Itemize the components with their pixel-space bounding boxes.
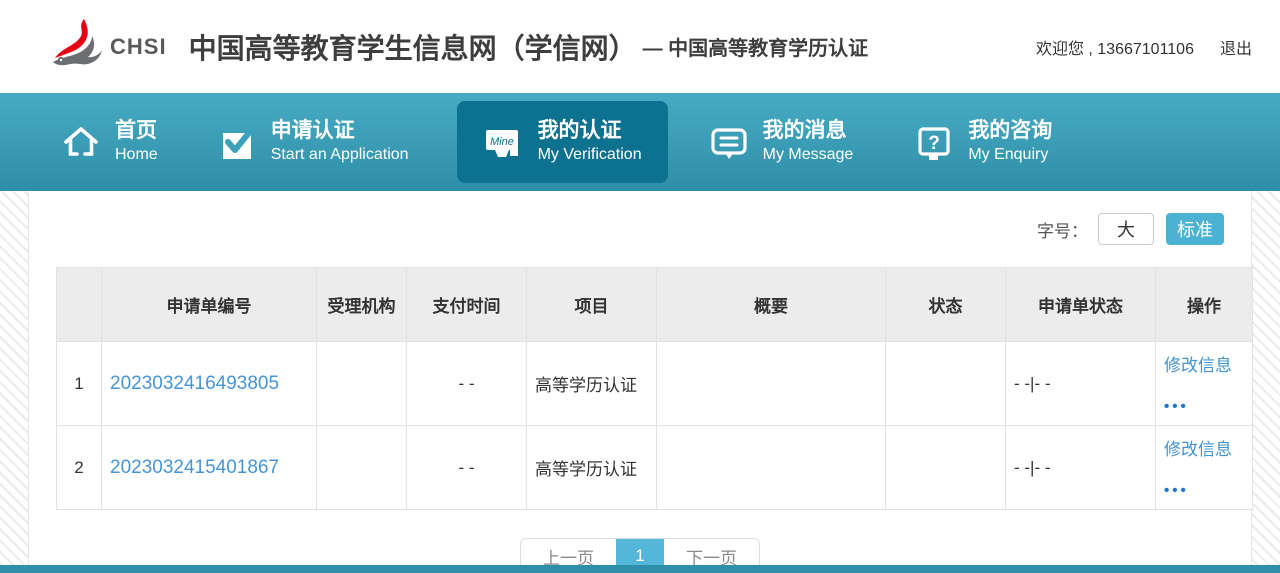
font-standard-button[interactable]: 标准 (1166, 213, 1224, 245)
top-header: CHSI 中国高等教育学生信息网（学信网） — 中国高等教育学历认证 欢迎您 ,… (0, 0, 1280, 93)
chsi-logo: CHSI (48, 17, 167, 77)
site-subtitle: — 中国高等教育学历认证 (643, 32, 869, 61)
header-order-status: 申请单状态 (1006, 268, 1156, 342)
nav-label-zh: 我的咨询 (968, 118, 1052, 144)
order-status-cell: - -|- - (1006, 342, 1156, 426)
nav-label-en: Start an Application (271, 145, 409, 166)
question-badge-icon: ? (913, 121, 955, 163)
row-index: 1 (57, 342, 102, 426)
order-number-link[interactable]: 2023032416493805 (110, 373, 279, 394)
order-status-cell: - -|- - (1006, 426, 1156, 510)
nav-label-en: My Message (763, 145, 854, 166)
question-icon-text: ? (929, 133, 941, 154)
status-cell (886, 342, 1006, 426)
project-cell: 高等学历认证 (527, 342, 657, 426)
header-order-no: 申请单编号 (102, 268, 317, 342)
nav-label-zh: 申请认证 (271, 118, 409, 144)
header-pay-time: 支付时间 (407, 268, 527, 342)
table-row: 2 2023032415401867 - - 高等学历认证 - -|- - 修改… (57, 426, 1253, 510)
agency-cell (317, 426, 407, 510)
font-size-toolbar: 字号： 大 标准 (29, 191, 1251, 259)
nav-label-zh: 我的消息 (763, 118, 854, 144)
nav-label-en: My Enquiry (968, 145, 1052, 166)
project-cell: 高等学历认证 (527, 426, 657, 510)
applications-table: 申请单编号 受理机构 支付时间 项目 概要 状态 申请单状态 操作 1 2023… (56, 267, 1253, 510)
header-project: 项目 (527, 268, 657, 342)
main-nav: 首页 Home 申请认证 Start an Application Mine 我… (0, 93, 1280, 191)
header-agency: 受理机构 (317, 268, 407, 342)
order-number-link[interactable]: 2023032415401867 (110, 457, 279, 478)
footer-bar (0, 565, 1280, 573)
nav-label-en: Home (115, 145, 158, 166)
agency-cell (317, 342, 407, 426)
row-index: 2 (57, 426, 102, 510)
more-actions-button[interactable]: ••• (1164, 398, 1189, 415)
nav-item-my-verification[interactable]: Mine 我的认证 My Verification (457, 101, 668, 182)
edit-info-link[interactable]: 修改信息 (1164, 435, 1232, 460)
font-large-button[interactable]: 大 (1098, 213, 1154, 245)
pay-time-cell: - - (407, 426, 527, 510)
mine-icon-text: Mine (490, 136, 514, 148)
edit-info-link[interactable]: 修改信息 (1164, 351, 1232, 376)
site-title: 中国高等教育学生信息网（学信网） (189, 27, 637, 67)
nav-item-my-enquiry[interactable]: ? 我的咨询 My Enquiry (913, 118, 1052, 165)
status-cell (886, 426, 1006, 510)
home-icon (60, 121, 102, 163)
nav-label-zh: 我的认证 (538, 118, 642, 144)
chsi-logo-text: CHSI (110, 34, 167, 60)
header-status: 状态 (886, 268, 1006, 342)
header-actions: 操作 (1156, 268, 1253, 342)
more-actions-button[interactable]: ••• (1164, 482, 1189, 499)
nav-item-my-message[interactable]: 我的消息 My Message (708, 118, 854, 165)
nav-label-en: My Verification (538, 145, 642, 166)
pay-time-cell: - - (407, 342, 527, 426)
checkbox-icon (216, 121, 258, 163)
font-size-label: 字号： (1037, 217, 1088, 242)
nav-item-start-application[interactable]: 申请认证 Start an Application (216, 118, 409, 165)
logout-link[interactable]: 退出 (1220, 35, 1252, 59)
table-row: 1 2023032416493805 - - 高等学历认证 - -|- - 修改… (57, 342, 1253, 426)
welcome-text: 欢迎您 , 13667101106 (1036, 35, 1194, 59)
summary-cell (657, 342, 886, 426)
nav-label-zh: 首页 (115, 118, 158, 144)
mine-badge-icon: Mine (483, 121, 525, 163)
table-header-row: 申请单编号 受理机构 支付时间 项目 概要 状态 申请单状态 操作 (57, 268, 1253, 342)
header-index (57, 268, 102, 342)
summary-cell (657, 426, 886, 510)
message-bubble-icon (708, 121, 750, 163)
main-content: 字号： 大 标准 申请单编号 受理机构 支付时间 项目 概要 状态 申请单状态 … (28, 191, 1252, 573)
nav-item-home[interactable]: 首页 Home (60, 118, 158, 165)
chsi-bird-icon (48, 17, 104, 77)
header-summary: 概要 (657, 268, 886, 342)
